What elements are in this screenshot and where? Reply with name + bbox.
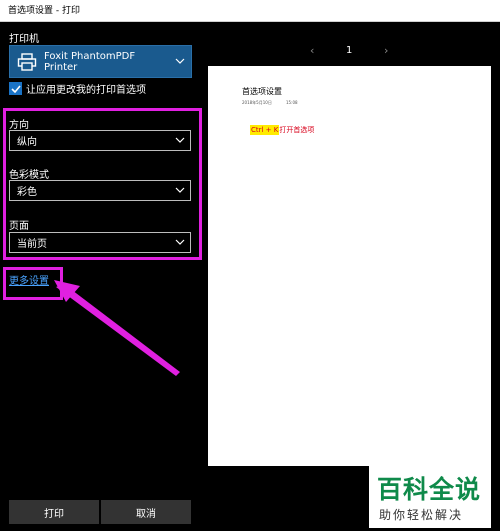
orientation-select[interactable]: 纵向 — [9, 130, 191, 151]
checkbox-checked-icon[interactable] — [9, 82, 22, 95]
more-settings-link[interactable]: 更多设置 — [9, 272, 49, 287]
chevron-down-icon — [170, 136, 190, 146]
preview-shortcut-key: Ctrl + K — [250, 125, 280, 135]
chevron-down-icon — [169, 56, 191, 67]
printer-name: Foxit PhantomPDF Printer — [44, 50, 136, 73]
page-number: 1 — [346, 45, 353, 56]
printer-label: 打印机 — [9, 34, 39, 45]
orientation-value: 纵向 — [17, 137, 37, 148]
preview-doc-date: 2018年5月10日 — [242, 100, 272, 105]
orientation-label: 方向 — [9, 120, 29, 131]
preview-doc-time: 15:08 — [286, 100, 298, 105]
preview-doc-title: 首选项设置 — [242, 87, 282, 96]
previous-page-button[interactable]: ‹ — [310, 44, 314, 57]
watermark-main-text: 百科全说 — [377, 475, 482, 504]
print-preview-page: 首选项设置 2018年5月10日 15:08 Ctrl + K打开首选项 — [208, 66, 491, 466]
next-page-button[interactable]: › — [384, 44, 388, 57]
color-mode-value: 彩色 — [17, 187, 37, 198]
watermark-sub-text: 助你轻松解决 — [379, 508, 464, 522]
chevron-down-icon — [170, 238, 190, 248]
window-title: 首选项设置 - 打印 — [0, 0, 500, 22]
watermark-logo: 百科全说 助你轻松解决 — [369, 466, 491, 528]
pages-value: 当前页 — [17, 239, 47, 250]
pages-select[interactable]: 当前页 — [9, 232, 191, 253]
printer-select[interactable]: Foxit PhantomPDF Printer — [9, 45, 192, 78]
checkbox-label: 让应用更改我的打印首选项 — [26, 85, 146, 96]
preview-shortcut-desc: 打开首选项 — [279, 126, 315, 134]
app-preferences-checkbox-row[interactable]: 让应用更改我的打印首选项 — [9, 81, 146, 96]
cancel-button[interactable]: 取消 — [101, 500, 191, 524]
pages-label: 页面 — [9, 221, 29, 232]
color-mode-label: 色彩模式 — [9, 170, 49, 181]
printer-icon — [10, 45, 44, 78]
print-button[interactable]: 打印 — [9, 500, 99, 524]
preview-shortcut-line: Ctrl + K打开首选项 — [250, 125, 314, 135]
color-mode-select[interactable]: 彩色 — [9, 180, 191, 201]
chevron-down-icon — [170, 186, 190, 196]
